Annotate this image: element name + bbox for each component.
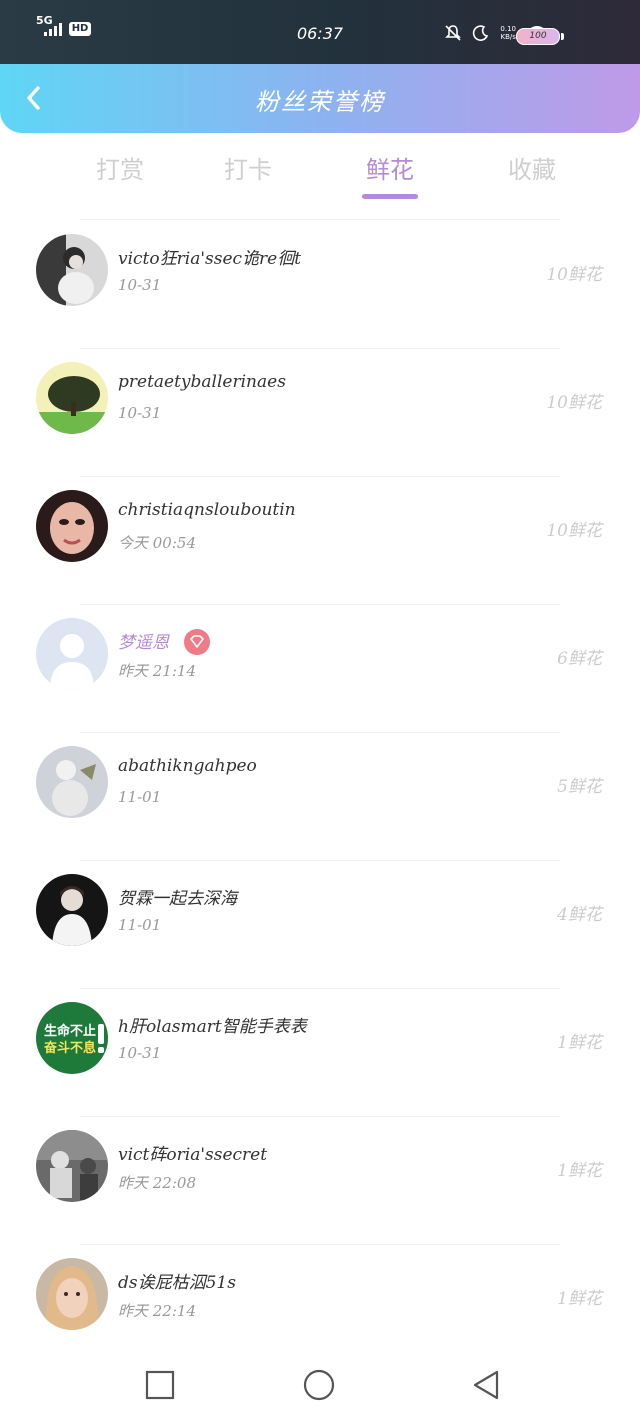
list-item[interactable]: christiaqnslouboutin 今天 00:54 10鲜花 xyxy=(0,476,640,604)
fan-name: 贺霖一起去深海 xyxy=(118,889,237,909)
recent-apps-button[interactable] xyxy=(143,1368,177,1402)
list-item[interactable]: abathikngahpeo 11-01 5鲜花 xyxy=(0,732,640,860)
tab-tips[interactable]: 打赏 xyxy=(60,150,180,185)
avatar-text-line2: 奋斗不息 xyxy=(43,1040,96,1056)
mute-bell-icon xyxy=(445,25,462,41)
fan-name: pretaetyballerinaes xyxy=(118,372,286,392)
status-bar: 5G HD 06:37 0.10 KB/s 100 xyxy=(0,0,640,66)
flower-count: 6鲜花 xyxy=(557,649,602,669)
fan-name: victo狂ria'ssec诡re徊t xyxy=(118,249,302,269)
speed-value: 0.10 xyxy=(500,25,516,33)
home-icon xyxy=(303,1369,335,1401)
page-title: 粉丝荣誉榜 xyxy=(255,88,385,116)
tab-favorites[interactable]: 收藏 xyxy=(472,150,592,185)
flower-count: 1鲜花 xyxy=(557,1161,602,1181)
fan-name: christiaqnslouboutin xyxy=(118,500,296,520)
fan-name: abathikngahpeo xyxy=(118,756,257,776)
flower-count: 4鲜花 xyxy=(557,905,602,925)
fan-time: 昨天 22:14 xyxy=(118,1302,196,1320)
list-item[interactable]: vict砗oria'ssecret 昨天 22:08 1鲜花 xyxy=(0,1116,640,1244)
fan-name: vict砗oria'ssecret xyxy=(118,1145,268,1165)
tab-flowers[interactable]: 鲜花 xyxy=(330,150,450,199)
fan-time: 10-31 xyxy=(118,404,162,422)
fan-time: 昨天 21:14 xyxy=(118,662,196,680)
fan-name-row: 梦遥恩 xyxy=(118,628,211,657)
avatar[interactable] xyxy=(36,490,108,562)
tab-flowers-label: 鲜花 xyxy=(366,156,414,184)
flower-count: 10鲜花 xyxy=(546,521,602,541)
battery-indicator: 100 xyxy=(516,28,564,45)
fan-time: 10-31 xyxy=(118,1044,162,1062)
list-item[interactable]: victo狂ria'ssec诡re徊t 10-31 10鲜花 xyxy=(0,220,640,348)
avatar[interactable] xyxy=(36,362,108,434)
avatar[interactable] xyxy=(36,1258,108,1330)
avatar[interactable]: 生命不止 奋斗不息 xyxy=(36,1002,108,1074)
avatar[interactable] xyxy=(36,874,108,946)
fan-time: 10-31 xyxy=(118,276,162,294)
system-nav-bar xyxy=(0,1350,640,1422)
fan-time: 11-01 xyxy=(118,788,162,806)
fan-time: 昨天 22:08 xyxy=(118,1174,196,1192)
tab-checkin[interactable]: 打卡 xyxy=(188,150,308,185)
tab-bar: 打赏 打卡 鲜花 收藏 xyxy=(0,150,640,204)
avatar[interactable] xyxy=(36,1130,108,1202)
header-bar: 粉丝荣誉榜 xyxy=(0,64,640,133)
list-item[interactable]: 生命不止 奋斗不息 h肝olasmart智能手表表 10-31 1鲜花 xyxy=(0,988,640,1116)
back-icon xyxy=(473,1370,499,1400)
flower-count: 10鲜花 xyxy=(546,265,602,285)
avatar[interactable] xyxy=(36,746,108,818)
recent-apps-icon xyxy=(145,1370,175,1400)
fan-name: h肝olasmart智能手表表 xyxy=(118,1017,307,1037)
flower-count: 1鲜花 xyxy=(557,1033,602,1053)
flower-count: 1鲜花 xyxy=(557,1289,602,1309)
flower-count: 5鲜花 xyxy=(557,777,602,797)
flower-count: 10鲜花 xyxy=(546,393,602,413)
back-nav-button[interactable] xyxy=(469,1368,503,1402)
avatar[interactable] xyxy=(36,234,108,306)
speed-unit: KB/s xyxy=(500,33,516,41)
fan-time: 11-01 xyxy=(118,916,162,934)
fan-name: ds诶屁枯泅51s xyxy=(118,1273,236,1293)
list-item[interactable]: pretaetyballerinaes 10-31 10鲜花 xyxy=(0,348,640,476)
home-button[interactable] xyxy=(302,1368,336,1402)
avatar[interactable] xyxy=(36,618,108,690)
network-speed: 0.10 KB/s xyxy=(500,25,516,41)
fan-ranking-list: victo狂ria'ssec诡re徊t 10-31 10鲜花 pretaetyb… xyxy=(0,220,640,1372)
avatar-text-line1: 生命不止 xyxy=(44,1023,96,1039)
fan-time: 今天 00:54 xyxy=(118,534,196,552)
list-item[interactable]: 贺霖一起去深海 11-01 4鲜花 xyxy=(0,860,640,988)
fan-name: 梦遥恩 xyxy=(118,633,169,653)
active-tab-indicator xyxy=(362,194,418,199)
vip-diamond-icon xyxy=(184,628,211,655)
list-item[interactable]: 梦遥恩 昨天 21:14 6鲜花 xyxy=(0,604,640,732)
moon-icon xyxy=(473,25,489,41)
